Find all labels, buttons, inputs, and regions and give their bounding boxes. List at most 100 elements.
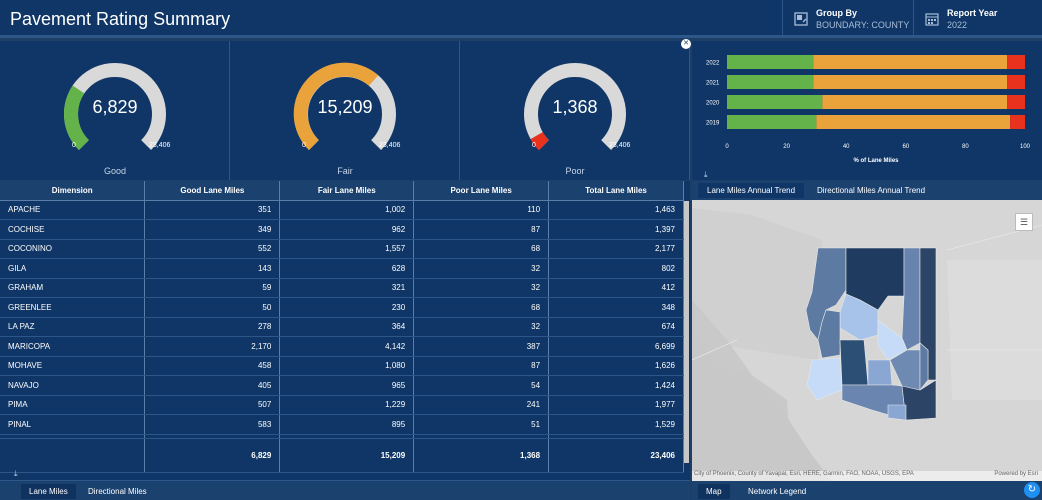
tab-map[interactable]: Map — [698, 484, 730, 499]
table-row[interactable]: COCHISE 349 962 87 1,397 — [0, 219, 684, 240]
county-yuma[interactable] — [806, 357, 843, 401]
cell-good: 552 — [144, 239, 281, 259]
cell-total: 674 — [548, 317, 684, 337]
col-header-good[interactable]: Good Lane Miles — [144, 181, 281, 201]
tab-directional-miles[interactable]: Directional Miles — [80, 484, 155, 499]
cell-poor: 32 — [413, 317, 550, 337]
table-row[interactable]: NAVAJO 405 965 54 1,424 — [0, 375, 684, 396]
lane-miles-table: Dimension Good Lane Miles Fair Lane Mile… — [0, 181, 684, 473]
gauge-poor-max: 23,406 — [609, 142, 631, 149]
county-maricopa[interactable] — [839, 339, 869, 386]
group-by-control[interactable]: Group By BOUNDARY: COUNTY — [782, 0, 912, 38]
cell-good: 583 — [144, 414, 281, 435]
map-tab-bar: Lane Miles Annual Trend Directional Mile… — [692, 181, 1042, 200]
table-row[interactable]: APACHE 351 1,002 110 1,463 — [0, 200, 684, 220]
map-canvas[interactable] — [692, 200, 1042, 481]
table-row[interactable]: MARICOPA 2,170 4,142 387 6,699 — [0, 336, 684, 357]
table-header-row: Dimension Good Lane Miles Fair Lane Mile… — [0, 181, 684, 201]
county-map[interactable]: ☰ City of Phoenix, County of Yavapai, Es… — [692, 200, 1042, 481]
cell-total: 348 — [548, 297, 684, 318]
total-total: 23,406 — [548, 437, 684, 473]
powered-by-esri[interactable]: Powered by Esri — [994, 471, 1038, 477]
bar-segment-2020-1[interactable] — [822, 95, 1008, 109]
cell-fair: 321 — [279, 278, 415, 298]
table-scrollbar[interactable] — [684, 201, 689, 463]
chart-download-icon[interactable]: ⤓ — [704, 170, 708, 180]
report-year-value: 2022 — [947, 20, 968, 30]
cell-good: 351 — [144, 200, 281, 220]
table-row[interactable]: COCONINO 552 1,557 68 2,177 — [0, 239, 684, 259]
table-row[interactable]: PIMA 507 1,229 241 1,977 — [0, 395, 684, 415]
tab-network-legend[interactable]: Network Legend — [740, 484, 814, 499]
x-tick-label: 60 — [902, 144, 909, 150]
tab-directional-miles-annual-trend[interactable]: Directional Miles Annual Trend — [808, 183, 934, 198]
col-header-fair[interactable]: Fair Lane Miles — [279, 181, 415, 201]
lane-miles-chart-panel: 2022 2021 2020 2019 0 20 40 60 80 100 % of Lane Mi… — [692, 41, 1042, 180]
cell-dimension: APACHE — [0, 200, 146, 220]
cell-good: 458 — [144, 356, 281, 376]
table-row[interactable]: GREENLEE 50 230 68 348 — [0, 297, 684, 318]
bar-segment-2022-2[interactable] — [1007, 55, 1025, 69]
bar-segment-2021-1[interactable] — [813, 75, 1008, 89]
bar-segment-2020-2[interactable] — [1007, 95, 1025, 109]
page-title: Pavement Rating Summary — [10, 9, 231, 29]
x-tick-label: 100 — [1020, 144, 1031, 150]
map-attribution: City of Phoenix, County of Yavapai, Esri… — [692, 471, 1042, 481]
bar-segment-2021-0[interactable] — [727, 75, 814, 89]
bar-segment-2019-0[interactable] — [727, 115, 817, 129]
table-row[interactable]: MOHAVE 458 1,080 87 1,626 — [0, 356, 684, 376]
col-header-poor[interactable]: Poor Lane Miles — [413, 181, 550, 201]
cell-total: 1,463 — [548, 200, 684, 220]
cell-good: 59 — [144, 278, 281, 298]
col-header-total[interactable]: Total Lane Miles — [548, 181, 684, 201]
table-row[interactable]: GRAHAM 59 321 32 412 — [0, 278, 684, 298]
table-row[interactable]: PINAL 583 895 51 1,529 — [0, 414, 684, 435]
cell-fair: 628 — [279, 258, 415, 279]
cell-poor: 87 — [413, 356, 550, 376]
cell-dimension: LA PAZ — [0, 317, 146, 337]
bar-segment-2021-2[interactable] — [1007, 75, 1025, 89]
cell-poor: 241 — [413, 395, 550, 415]
cell-good: 507 — [144, 395, 281, 415]
refresh-icon[interactable]: ↻ — [1024, 482, 1040, 498]
bar-segment-2022-0[interactable] — [727, 55, 814, 69]
group-by-icon — [794, 12, 808, 26]
cell-poor: 68 — [413, 239, 550, 259]
cell-dimension: GREENLEE — [0, 297, 146, 318]
county-pinal[interactable] — [867, 359, 893, 386]
tab-lane-miles-annual-trend[interactable]: Lane Miles Annual Trend — [698, 183, 805, 198]
cell-total: 1,626 — [548, 356, 684, 376]
cell-dimension: GRAHAM — [0, 278, 146, 298]
cell-total: 1,397 — [548, 219, 684, 240]
bar-segment-2019-1[interactable] — [816, 115, 1011, 129]
report-year-control[interactable]: Report Year 2022 — [913, 0, 1042, 38]
cell-fair: 230 — [279, 297, 415, 318]
cell-fair: 895 — [279, 414, 415, 435]
download-icon[interactable]: ⤓ — [14, 469, 18, 479]
county-greenlee[interactable] — [919, 342, 929, 391]
cell-dimension: PINAL — [0, 414, 146, 435]
gauge-fair-max: 23,406 — [379, 142, 401, 149]
gauge-fair: 15,209 0 23,406 Fair — [230, 41, 460, 180]
table-row[interactable]: LA PAZ 278 364 32 674 — [0, 317, 684, 337]
cell-poor: 32 — [413, 278, 550, 298]
col-header-dimension[interactable]: Dimension — [0, 181, 146, 201]
total-fair: 15,209 — [279, 437, 415, 473]
county-navajo[interactable] — [901, 247, 921, 351]
tab-lane-miles[interactable]: Lane Miles — [21, 484, 76, 499]
bar-segment-2022-1[interactable] — [813, 55, 1008, 69]
table-row[interactable]: GILA 143 628 32 802 — [0, 258, 684, 279]
panel-resize-handle[interactable]: ✕ — [681, 39, 691, 49]
bar-segment-2020-0[interactable] — [727, 95, 823, 109]
y-tick-label: 2022 — [706, 61, 720, 67]
gauge-poor: 1,368 0 23,406 Poor — [460, 41, 690, 180]
county-santa-cruz[interactable] — [887, 404, 907, 421]
bar-segment-2019-2[interactable] — [1010, 115, 1025, 129]
cell-poor: 51 — [413, 414, 550, 435]
x-axis-label: % of Lane Miles — [853, 158, 899, 164]
gauge-poor-min: 0 — [532, 142, 536, 149]
cell-total: 1,424 — [548, 375, 684, 396]
gauge-poor-caption: Poor — [565, 166, 585, 176]
cell-fair: 1,229 — [279, 395, 415, 415]
legend-icon[interactable]: ☰ — [1015, 213, 1033, 231]
